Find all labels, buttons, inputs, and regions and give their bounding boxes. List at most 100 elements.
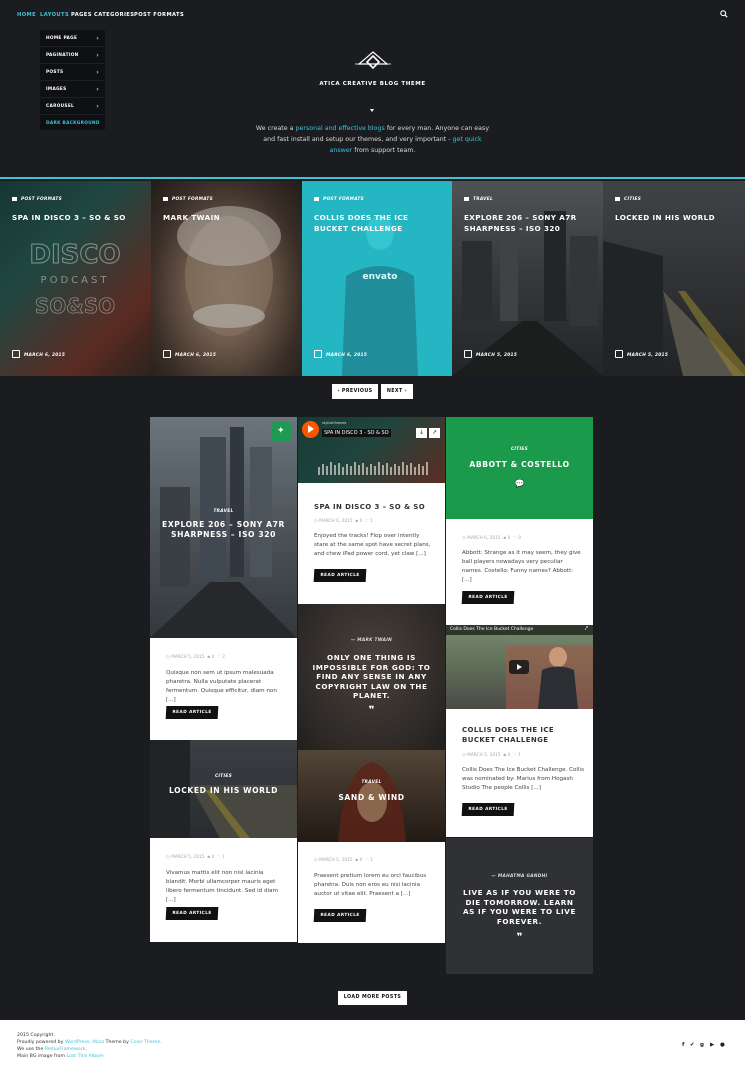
download-icon[interactable]: ↓ — [416, 428, 427, 438]
quote-card[interactable]: — MAHATMA GANDHI LIVE AS IF YOU WERE TO … — [446, 838, 593, 974]
post-title[interactable]: EXPLORE 206 – SONY A7R SHARPNESS – ISO 3… — [160, 520, 287, 540]
card-title[interactable]: EXPLORE 206 – SONY A7R SHARPNESS – ISO 3… — [464, 212, 593, 234]
read-article-button[interactable]: READ ARTICLE — [313, 569, 367, 582]
dropdown-item-posts[interactable]: POSTS › — [40, 64, 105, 81]
mark-twain-portrait — [151, 181, 302, 376]
carousel-card[interactable]: TRAVEL EXPLORE 206 – SONY A7R SHARPNESS … — [452, 181, 603, 376]
card-title[interactable]: MARK TWAIN — [163, 212, 292, 223]
nav-home[interactable]: HOME — [17, 12, 36, 18]
footer-link[interactable]: WordPress — [65, 1040, 89, 1045]
nav-pages[interactable]: PAGES — [71, 12, 92, 18]
post-title[interactable]: SAND & WIND — [298, 793, 445, 802]
post-card-body: ◷ MARCH 6, 2015 ▪ 0 ♡ 0 Abbott: Strange … — [446, 519, 593, 625]
post-title[interactable]: ABBOTT & COSTELLO — [446, 460, 593, 469]
like-count[interactable]: 1 — [370, 858, 373, 863]
card-title[interactable]: COLLIS DOES THE ICE BUCKET CHALLENGE — [314, 212, 442, 234]
load-more-button[interactable]: LOAD MORE POSTS — [338, 991, 407, 1005]
comment-count[interactable]: 0 — [360, 519, 363, 524]
like-count[interactable]: 1 — [370, 519, 373, 524]
card-category[interactable]: POST FORMATS — [12, 197, 62, 202]
edit-icon — [464, 350, 472, 358]
share-icon[interactable]: ⤤ — [585, 626, 588, 633]
comment-count[interactable]: 0 — [508, 536, 511, 541]
post-card-link[interactable]: CITIES ABBOTT & COSTELLO 💬 — [446, 417, 593, 519]
post-category[interactable]: CITIES — [446, 447, 593, 452]
comment-count[interactable]: 0 — [508, 753, 511, 758]
chevron-right-icon: › — [96, 103, 99, 110]
carousel-card[interactable]: POST FORMATS MARK TWAIN MARCH 6, 2015 — [151, 181, 302, 376]
soundcloud-player[interactable]: stylishthemes SPA IN DISCO 3 - SO & SO ↓… — [298, 417, 445, 483]
facebook-icon[interactable]: f — [682, 1042, 684, 1048]
flickr-icon[interactable]: ● — [720, 1042, 725, 1048]
footer-link[interactable]: ReduxFramework — [45, 1047, 86, 1052]
footer-link[interactable]: Atica — [92, 1040, 104, 1045]
read-article-button[interactable]: READ ARTICLE — [461, 803, 515, 816]
play-button[interactable] — [509, 660, 529, 674]
card-title[interactable]: SPA IN DISCO 3 – SO & SO — [12, 212, 141, 223]
comment-count[interactable]: 0 — [360, 858, 363, 863]
footer-link[interactable]: Lost This Album — [66, 1054, 103, 1059]
nav-categories[interactable]: CATEGORIES — [94, 12, 134, 18]
play-button[interactable] — [302, 421, 319, 438]
video-player[interactable]: Collis Does The Ice Bucket Challenge ⤤ — [446, 625, 593, 709]
post-card-image[interactable]: CITIES LOCKED IN HIS WORLD — [150, 740, 297, 838]
tagline-link[interactable]: personal and effective blogs — [296, 125, 385, 132]
dropdown-item-home-page[interactable]: HOME PAGE › — [40, 30, 105, 47]
previous-button[interactable]: ‹ PREVIOUS — [332, 384, 378, 399]
next-button[interactable]: NEXT › — [381, 384, 413, 399]
carousel-card[interactable]: DISCO PODCAST SO&SO POST FORMATS SPA IN … — [0, 181, 151, 376]
next-label: NEXT — [386, 389, 403, 394]
post-card-image[interactable]: TRAVEL SAND & WIND — [298, 750, 445, 842]
twitter-icon[interactable]: ✔ — [690, 1042, 695, 1048]
card-date: MARCH 6, 2015 — [314, 350, 367, 358]
comment-count[interactable]: 0 — [212, 855, 215, 860]
chevron-right-icon: › — [96, 86, 99, 93]
search-icon[interactable] — [720, 10, 728, 18]
like-count[interactable]: 2 — [222, 655, 225, 660]
share-icon[interactable]: ↗ — [429, 428, 440, 438]
footer-copyright: 2015 Copyright. — [17, 1033, 55, 1038]
footer-text: . — [160, 1040, 162, 1045]
like-count[interactable]: 0 — [518, 536, 521, 541]
post-title[interactable]: SPA IN DISCO 3 – SO & SO — [314, 502, 425, 512]
read-article-button[interactable]: READ ARTICLE — [165, 706, 219, 719]
chevron-right-icon: › — [402, 389, 408, 394]
post-card-body: ◷ MARCH 5, 2015 ▪ 0 ♡ 1 Praesent pretium… — [298, 842, 445, 943]
read-article-button[interactable]: READ ARTICLE — [313, 909, 367, 922]
card-title[interactable]: LOCKED IN HIS WORLD — [615, 212, 735, 223]
footer-link[interactable]: Color Theme — [130, 1040, 160, 1045]
card-category[interactable]: TRAVEL — [464, 197, 493, 202]
google-plus-icon[interactable]: g — [700, 1042, 704, 1048]
post-date: MARCH 5, 2015 — [467, 753, 501, 758]
dropdown-item-carousel[interactable]: CAROUSEL › — [40, 98, 105, 115]
youtube-icon[interactable]: ▶ — [710, 1042, 714, 1048]
quote-card[interactable]: — MARK TWAIN ONLY ONE THING IS IMPOSSIBL… — [298, 604, 445, 750]
nav-layouts[interactable]: LAYOUTS — [40, 12, 69, 18]
dropdown-item-dark-background[interactable]: DARK BACKGROUND — [40, 115, 105, 132]
post-category[interactable]: CITIES — [150, 774, 297, 779]
post-excerpt: Praesent pretium lorem eu orci faucibus … — [314, 873, 427, 897]
post-card-image[interactable]: ✦ TRAVEL EXPLORE 206 – SONY A7R SHARPNES… — [150, 417, 297, 638]
post-title[interactable]: COLLIS DOES THE ICE BUCKET CHALLENGE — [462, 725, 582, 745]
card-category[interactable]: POST FORMATS — [163, 197, 213, 202]
player-track-title[interactable]: SPA IN DISCO 3 - SO & SO — [322, 429, 391, 437]
comment-count[interactable]: 0 — [212, 655, 215, 660]
card-category[interactable]: CITIES — [615, 197, 641, 202]
play-icon — [517, 663, 522, 670]
post-date: MARCH 5, 2015 — [171, 855, 205, 860]
nav-post-formats[interactable]: POST FORMATS — [134, 12, 184, 18]
card-category[interactable]: POST FORMATS — [314, 197, 364, 202]
like-count[interactable]: 1 — [222, 855, 225, 860]
video-title[interactable]: Collis Does The Ice Bucket Challenge — [450, 627, 533, 632]
site-logo[interactable] — [355, 50, 391, 72]
carousel-card[interactable]: envato POST FORMATS COLLIS DOES THE ICE … — [302, 181, 452, 376]
player-username[interactable]: stylishthemes — [322, 421, 346, 425]
post-category[interactable]: TRAVEL — [298, 780, 445, 785]
dropdown-item-pagination[interactable]: PAGINATION › — [40, 47, 105, 64]
like-count[interactable]: 1 — [518, 753, 521, 758]
post-category[interactable]: TRAVEL — [150, 509, 297, 514]
carousel-card[interactable]: CITIES LOCKED IN HIS WORLD MARCH 5, 2015 — [603, 181, 745, 376]
post-title[interactable]: LOCKED IN HIS WORLD — [150, 786, 297, 795]
read-article-button[interactable]: READ ARTICLE — [165, 907, 219, 920]
read-article-button[interactable]: READ ARTICLE — [461, 591, 515, 604]
